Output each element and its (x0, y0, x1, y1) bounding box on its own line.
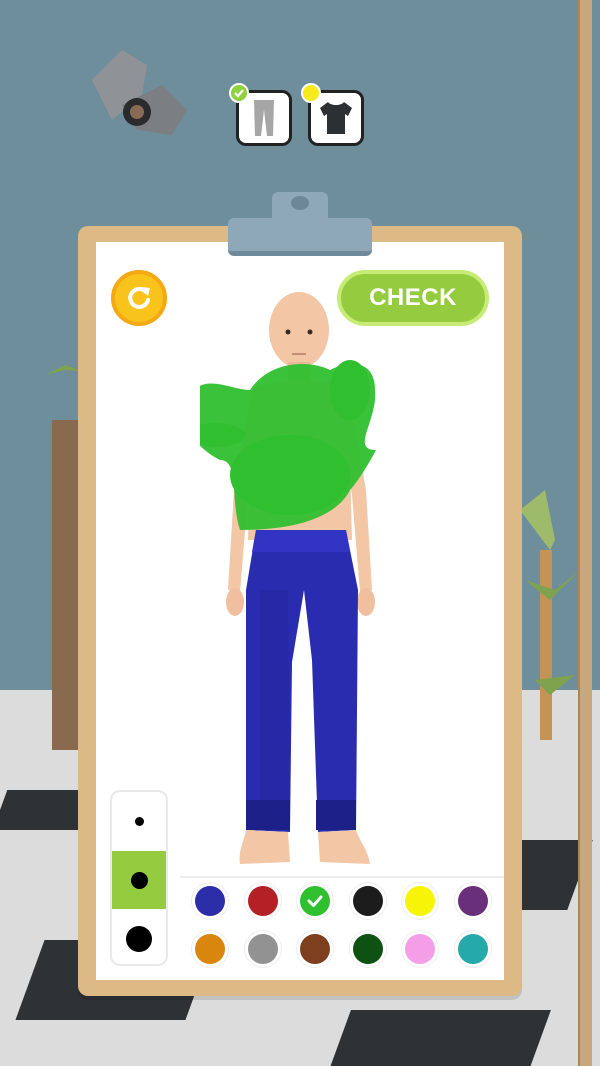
color-swatch-red[interactable] (247, 886, 278, 916)
color-swatch-orange[interactable] (195, 934, 225, 964)
brush-dot-icon (134, 816, 144, 826)
refresh-icon (128, 286, 150, 309)
color-swatch-yellow[interactable] (405, 886, 435, 916)
palette-divider (180, 876, 504, 878)
brush-size-large[interactable] (112, 910, 166, 964)
shirt-progress-slot (301, 83, 364, 146)
brush-size-panel (110, 790, 168, 966)
security-camera (92, 50, 187, 135)
door-frame (578, 0, 592, 1066)
completed-check-icon (229, 83, 249, 103)
clipboard-clip (228, 218, 372, 256)
color-swatch-pink[interactable] (405, 934, 435, 964)
mannequin-figure[interactable] (200, 290, 400, 870)
brush-dot-icon (130, 871, 148, 889)
clip-hole (291, 196, 309, 210)
color-swatch-teal[interactable] (457, 934, 488, 964)
pants-progress-slot (229, 83, 292, 146)
check-button[interactable]: CHECK (337, 270, 489, 326)
color-swatch-black[interactable] (352, 886, 383, 916)
brush-size-small[interactable] (112, 792, 166, 850)
brush-dot-icon (126, 926, 152, 952)
background-plant (520, 490, 580, 740)
pants-icon (254, 100, 274, 136)
color-swatch-green[interactable] (300, 886, 330, 916)
tshirt-icon (320, 102, 352, 134)
color-swatch-purple[interactable] (457, 886, 488, 916)
color-swatch-gray[interactable] (247, 934, 278, 964)
reset-button[interactable] (111, 270, 167, 326)
color-swatch-dark-green[interactable] (352, 934, 383, 964)
color-swatch-blue[interactable] (195, 886, 225, 916)
color-swatch-brown[interactable] (300, 934, 330, 964)
brush-size-medium[interactable] (112, 851, 166, 909)
selected-check-icon (307, 895, 323, 907)
current-item-indicator (301, 83, 321, 103)
